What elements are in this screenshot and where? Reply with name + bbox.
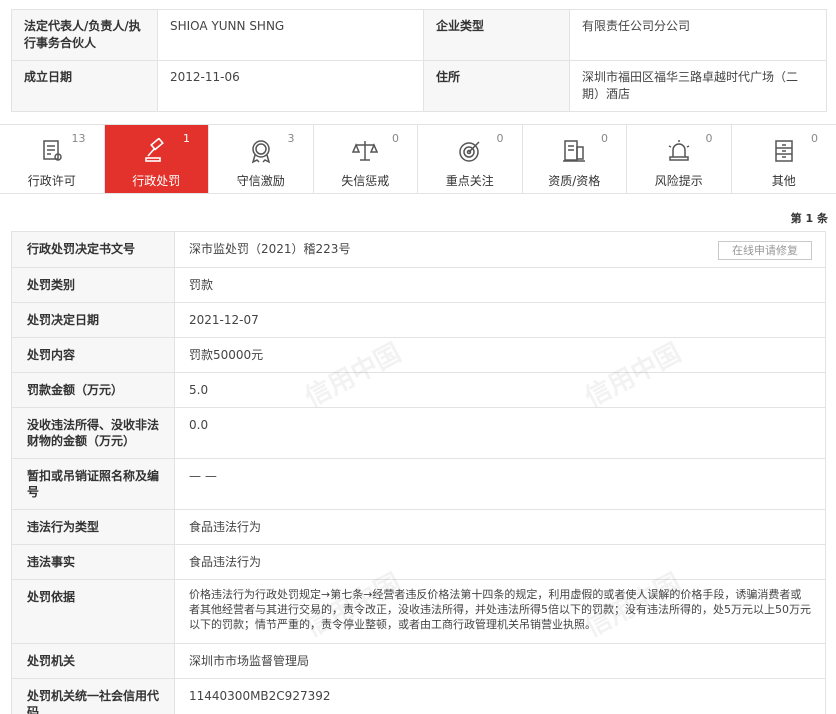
fine-amount-value: 5.0 [174, 372, 826, 408]
penalty-content-label: 处罚内容 [11, 337, 175, 373]
authority-credit-code-label: 处罚机关统一社会信用代码 [11, 678, 175, 714]
tab-count: 1 [183, 132, 190, 145]
table-row: 处罚决定日期 2021-12-07 [11, 302, 826, 338]
tab-dishonesty-punishment[interactable]: 0 失信惩戒 [314, 125, 418, 193]
table-row: 处罚机关 深圳市市场监督管理局 [11, 643, 826, 679]
confiscation-amount-value: 0.0 [174, 407, 826, 459]
cabinet-icon [771, 138, 797, 164]
violation-type-value: 食品违法行为 [174, 509, 826, 545]
legal-rep-label: 法定代表人/负责人/执行事务合伙人 [11, 9, 158, 61]
fine-amount-label: 罚款金额（万元） [11, 372, 175, 408]
tab-label: 行政处罚 [132, 174, 181, 188]
table-row: 没收违法所得、没收非法财物的金额（万元） 0.0 [11, 407, 826, 459]
table-row: 罚款金额（万元） 5.0 [11, 372, 826, 408]
confiscation-amount-label: 没收违法所得、没收非法财物的金额（万元） [11, 407, 175, 459]
tab-label: 风险提示 [654, 174, 703, 188]
tab-count: 0 [705, 132, 713, 145]
license-revoke-value: — — [174, 458, 826, 510]
decision-number-value: 深市监处罚（2021）稽223号 [189, 242, 351, 256]
penalty-basis-value: 价格违法行为行政处罚规定→第七条→经营者违反价格法第十四条的规定，利用虚假的或者… [174, 579, 826, 644]
table-row: 暂扣或吊销证照名称及编号 — — [11, 458, 826, 510]
tab-label: 行政许可 [27, 174, 76, 188]
table-row: 处罚机关统一社会信用代码 11440300MB2C927392 [11, 678, 826, 714]
target-icon [457, 138, 483, 164]
tab-administrative-penalty[interactable]: 1 行政处罚 [104, 125, 209, 193]
license-icon [39, 138, 65, 164]
table-row: 行政处罚决定书文号 深市监处罚（2021）稽223号 在线申请修复 [11, 231, 826, 268]
tab-risk-warning[interactable]: 0 风险提示 [627, 125, 732, 193]
penalty-authority-value: 深圳市市场监督管理局 [174, 643, 826, 679]
license-revoke-label: 暂扣或吊销证照名称及编号 [11, 458, 175, 510]
tab-count: 0 [601, 132, 608, 145]
certificate-icon [561, 138, 587, 164]
gavel-icon [143, 137, 169, 164]
scale-icon [352, 138, 379, 164]
establish-date-value: 2012-11-06 [157, 60, 424, 112]
penalty-authority-label: 处罚机关 [11, 643, 175, 679]
company-type-label: 企业类型 [423, 9, 570, 61]
decision-number-label: 行政处罚决定书文号 [11, 231, 175, 268]
record-count: 第 1 条 [790, 212, 828, 225]
tab-count: 3 [287, 132, 295, 145]
enterprise-info-table: 法定代表人/负责人/执行事务合伙人 SHIOA YUNN SHNG 企业类型 有… [11, 9, 827, 112]
tab-count: 0 [392, 132, 399, 145]
tab-administrative-license[interactable]: 13 行政许可 [0, 125, 105, 193]
tab-other[interactable]: 0 其他 [732, 125, 836, 193]
tab-label: 失信惩戒 [341, 174, 390, 188]
penalty-detail-table: 行政处罚决定书文号 深市监处罚（2021）稽223号 在线申请修复 处罚类别 罚… [11, 231, 826, 714]
penalty-basis-label: 处罚依据 [11, 579, 175, 644]
info-row: 法定代表人/负责人/执行事务合伙人 SHIOA YUNN SHNG 企业类型 有… [11, 9, 827, 61]
decision-date-label: 处罚决定日期 [11, 302, 175, 338]
table-row: 违法行为类型 食品违法行为 [11, 509, 826, 545]
violation-facts-value: 食品违法行为 [174, 544, 826, 580]
honor-badge-icon [248, 138, 274, 164]
table-row: 违法事实 食品违法行为 [11, 544, 826, 580]
tab-count: 13 [71, 132, 86, 145]
info-row: 成立日期 2012-11-06 住所 深圳市福田区福华三路卓越时代广场（二期）酒… [11, 60, 827, 112]
tab-label: 重点关注 [445, 174, 494, 188]
credit-category-tabs: 13 行政许可 1 行政处罚 3 守信激励 0 失信惩戒 0 重点关注 0 资质… [0, 124, 836, 194]
decision-date-value: 2021-12-07 [174, 302, 826, 338]
establish-date-label: 成立日期 [11, 60, 158, 112]
table-row: 处罚类别 罚款 [11, 267, 826, 303]
penalty-content-value: 罚款50000元 [174, 337, 826, 373]
company-type-value: 有限责任公司分公司 [569, 9, 827, 61]
table-row: 处罚依据 价格违法行为行政处罚规定→第七条→经营者违反价格法第十四条的规定，利用… [11, 579, 826, 644]
tab-label: 守信激励 [236, 174, 285, 188]
penalty-category-value: 罚款 [174, 267, 826, 303]
apply-repair-button[interactable]: 在线申请修复 [718, 241, 812, 260]
tab-key-attention[interactable]: 0 重点关注 [418, 125, 523, 193]
tab-label: 其他 [771, 174, 796, 188]
penalty-category-label: 处罚类别 [11, 267, 175, 303]
table-row: 处罚内容 罚款50000元 [11, 337, 826, 373]
tab-count: 0 [496, 132, 504, 145]
address-value: 深圳市福田区福华三路卓越时代广场（二期）酒店 [569, 60, 827, 112]
violation-type-label: 违法行为类型 [11, 509, 175, 545]
tab-label: 资质/资格 [548, 174, 601, 188]
authority-credit-code-value: 11440300MB2C927392 [174, 678, 826, 714]
tab-count: 0 [811, 132, 818, 145]
legal-rep-value: SHIOA YUNN SHNG [157, 9, 424, 61]
tab-qualification[interactable]: 0 资质/资格 [523, 125, 627, 193]
alarm-icon [666, 138, 692, 164]
address-label: 住所 [423, 60, 570, 112]
tab-trust-incentive[interactable]: 3 守信激励 [209, 125, 314, 193]
violation-facts-label: 违法事实 [11, 544, 175, 580]
